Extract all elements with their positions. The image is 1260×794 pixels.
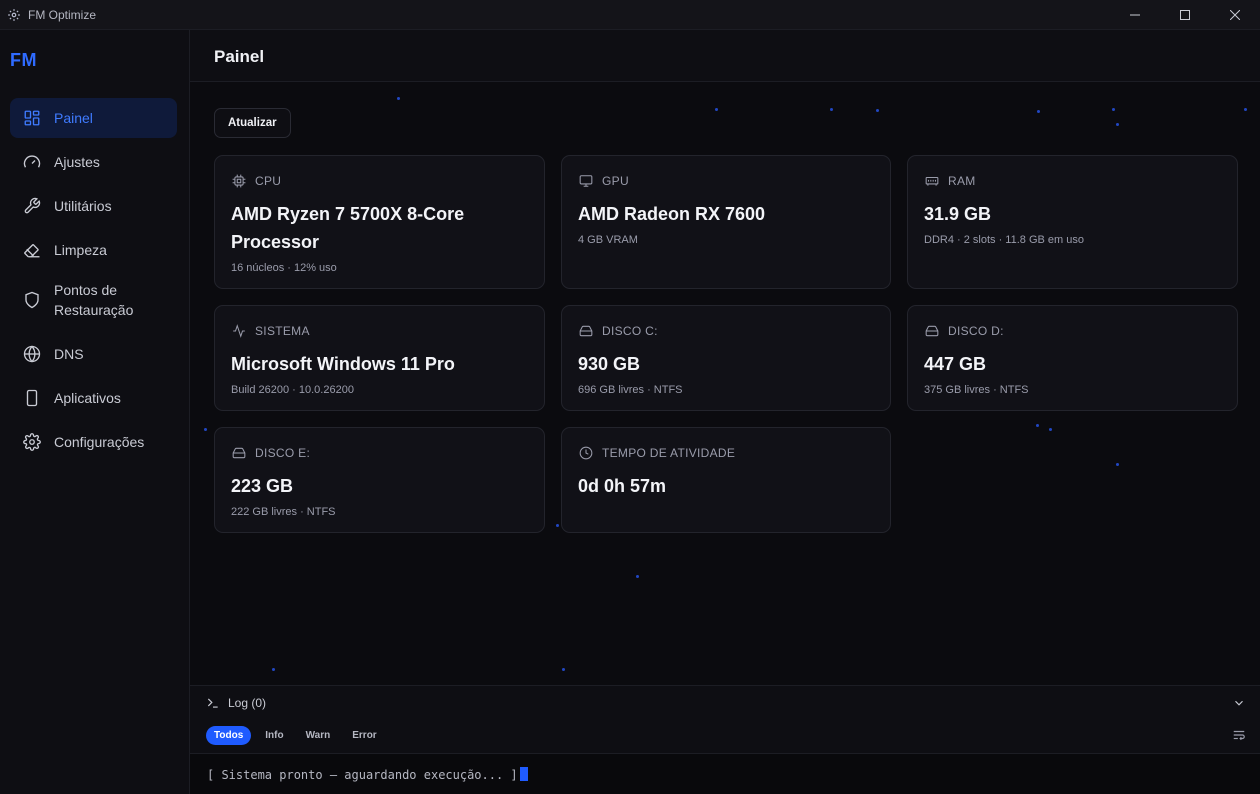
system-label: SISTEMA bbox=[255, 324, 310, 338]
hard-drive-icon bbox=[924, 323, 940, 339]
page-title: Painel bbox=[214, 47, 265, 66]
disk-d-card: DISCO D: 447 GB 375 GB livres · NTFS bbox=[907, 305, 1238, 411]
filter-error[interactable]: Error bbox=[344, 726, 384, 745]
sidebar-item-limpeza[interactable]: Limpeza bbox=[10, 230, 177, 270]
disk-c-label: DISCO C: bbox=[602, 324, 658, 338]
clock-icon bbox=[578, 445, 594, 461]
disk-c-value: 930 GB bbox=[578, 354, 641, 374]
hard-drive-icon bbox=[578, 323, 594, 339]
cpu-card: CPU AMD Ryzen 7 5700X 8-Core Processor 1… bbox=[214, 155, 545, 289]
app-gear-icon bbox=[7, 8, 21, 22]
disk-c-sub: 696 GB livres · NTFS bbox=[578, 384, 683, 396]
sidebar-item-label: Aplicativos bbox=[54, 390, 121, 406]
globe-icon bbox=[22, 344, 42, 364]
system-value: Microsoft Windows 11 Pro bbox=[231, 354, 455, 374]
sidebar-item-label: Pontos de Restauração bbox=[54, 282, 134, 318]
sidebar-item-label: Ajustes bbox=[54, 154, 100, 170]
sidebar-item-dns[interactable]: DNS bbox=[10, 334, 177, 374]
cpu-label: CPU bbox=[255, 174, 282, 188]
disk-e-label: DISCO E: bbox=[255, 446, 311, 460]
sidebar-item-painel[interactable]: Painel bbox=[10, 98, 177, 138]
sidebar-item-pontos-de-restauracao[interactable]: Pontos de Restauração bbox=[10, 274, 177, 326]
uptime-value: 0d 0h 57m bbox=[578, 476, 667, 496]
smartphone-icon bbox=[22, 388, 42, 408]
gauge-icon bbox=[22, 152, 42, 172]
wrench-icon bbox=[22, 196, 42, 216]
filter-warn[interactable]: Warn bbox=[298, 726, 339, 745]
monitor-icon bbox=[578, 173, 594, 189]
log-console[interactable]: [ Sistema pronto — aguardando execução..… bbox=[190, 753, 1260, 794]
ram-card: RAM 31.9 GB DDR4 · 2 slots · 11.8 GB em … bbox=[907, 155, 1238, 289]
sidebar-item-label: DNS bbox=[54, 346, 84, 362]
minimize-button[interactable] bbox=[1110, 0, 1160, 30]
sidebar-item-aplicativos[interactable]: Aplicativos bbox=[10, 378, 177, 418]
window-titlebar[interactable]: FM Optimize bbox=[0, 0, 1260, 30]
memory-icon bbox=[924, 173, 940, 189]
gpu-label: GPU bbox=[602, 174, 629, 188]
maximize-button[interactable] bbox=[1160, 0, 1210, 30]
sidebar-item-ajustes[interactable]: Ajustes bbox=[10, 142, 177, 182]
disk-e-value: 223 GB bbox=[231, 476, 294, 496]
hard-drive-icon bbox=[231, 445, 247, 461]
chevron-down-icon[interactable] bbox=[1232, 696, 1246, 710]
gpu-value: AMD Radeon RX 7600 bbox=[578, 204, 766, 224]
disk-c-card: DISCO C: 930 GB 696 GB livres · NTFS bbox=[561, 305, 891, 411]
activity-icon bbox=[231, 323, 247, 339]
disk-d-label: DISCO D: bbox=[948, 324, 1004, 338]
cpu-icon bbox=[231, 173, 247, 189]
log-title: Log (0) bbox=[228, 696, 267, 710]
refresh-button[interactable]: Atualizar bbox=[214, 108, 291, 138]
ram-value: 31.9 GB bbox=[924, 204, 992, 224]
window-title: FM Optimize bbox=[28, 7, 97, 22]
cpu-sub: 16 núcleos · 12% uso bbox=[231, 262, 337, 274]
log-console-line: [ Sistema pronto — aguardando execução..… bbox=[207, 768, 518, 782]
gpu-sub: 4 GB VRAM bbox=[578, 234, 638, 246]
cpu-value: AMD Ryzen 7 5700X 8-Core Processor bbox=[231, 204, 465, 252]
sidebar-item-label: Limpeza bbox=[54, 242, 107, 258]
maximize-icon bbox=[1180, 10, 1190, 20]
log-panel: Log (0) Todos Info Warn Error [ Sistema … bbox=[190, 685, 1260, 794]
sidebar-nav: Painel Ajustes Utilitários Limpeza Ponto… bbox=[10, 98, 177, 466]
disk-d-value: 447 GB bbox=[924, 354, 987, 374]
sidebar-item-utilitarios[interactable]: Utilitários bbox=[10, 186, 177, 226]
minimize-icon bbox=[1130, 14, 1140, 16]
page-header: Painel bbox=[190, 30, 1260, 82]
sidebar-item-configuracoes[interactable]: Configurações bbox=[10, 422, 177, 462]
ram-sub: DDR4 · 2 slots · 11.8 GB em uso bbox=[924, 234, 1084, 246]
gear-icon bbox=[22, 432, 42, 452]
uptime-label: TEMPO DE ATIVIDADE bbox=[602, 446, 736, 460]
shield-icon bbox=[22, 290, 42, 310]
sidebar-item-label: Utilitários bbox=[54, 198, 112, 214]
ram-label: RAM bbox=[948, 174, 976, 188]
terminal-icon bbox=[206, 696, 220, 710]
filter-info[interactable]: Info bbox=[257, 726, 291, 745]
text-cursor bbox=[519, 767, 528, 781]
log-filter-bar: Todos Info Warn Error bbox=[206, 726, 391, 745]
disk-d-sub: 375 GB livres · NTFS bbox=[924, 384, 1029, 396]
close-button[interactable] bbox=[1210, 0, 1260, 30]
uptime-card: TEMPO DE ATIVIDADE 0d 0h 57m bbox=[561, 427, 891, 533]
disk-e-sub: 222 GB livres · NTFS bbox=[231, 506, 336, 518]
log-header[interactable]: Log (0) bbox=[206, 696, 266, 710]
disk-e-card: DISCO E: 223 GB 222 GB livres · NTFS bbox=[214, 427, 545, 533]
eraser-icon bbox=[22, 240, 42, 260]
wrap-text-icon[interactable] bbox=[1232, 728, 1246, 742]
brand-logo: FM bbox=[10, 50, 37, 70]
sidebar: FM Painel Ajustes Utilitários Limpeza Po… bbox=[0, 30, 190, 794]
system-card: SISTEMA Microsoft Windows 11 Pro Build 2… bbox=[214, 305, 545, 411]
sidebar-item-label: Painel bbox=[54, 110, 93, 126]
dashboard-icon bbox=[22, 108, 42, 128]
gpu-card: GPU AMD Radeon RX 7600 4 GB VRAM bbox=[561, 155, 891, 289]
system-sub: Build 26200 · 10.0.26200 bbox=[231, 384, 354, 396]
close-icon bbox=[1230, 10, 1240, 20]
sidebar-item-label: Configurações bbox=[54, 434, 145, 450]
filter-todos[interactable]: Todos bbox=[206, 726, 252, 745]
